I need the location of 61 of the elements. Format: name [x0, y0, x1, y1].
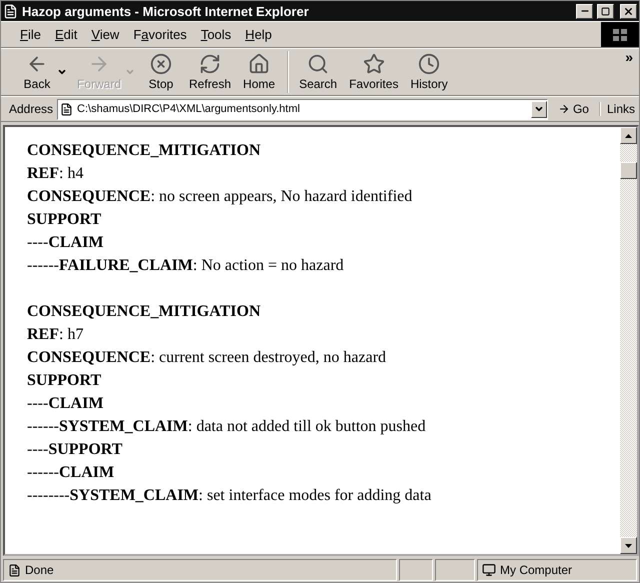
menu-item[interactable]: File: [13, 25, 48, 44]
more-button[interactable]: »: [619, 49, 639, 65]
document-line: ------FAILURE_CLAIM: No action = no hazard: [27, 256, 345, 276]
address-label: Address: [9, 102, 54, 116]
toolbar-button[interactable]: Stop: [139, 51, 184, 93]
toolbar-button[interactable]: Back: [15, 51, 59, 93]
document-line: ----SUPPORT: [27, 440, 124, 460]
document-line: ----CLAIM: [27, 233, 104, 253]
menu-item[interactable]: Tools: [194, 25, 238, 44]
toolbar-button[interactable]: Search: [293, 51, 344, 93]
window-title: Hazop arguments - Microsoft Internet Explorer: [22, 4, 310, 18]
links-button[interactable]: Links: [598, 102, 639, 116]
down-arrow-icon: [625, 544, 632, 548]
document-line: SUPPORT: [27, 210, 102, 230]
home-icon: [248, 53, 270, 75]
document-line: SUPPORT: [27, 371, 102, 391]
page-icon: [8, 564, 21, 576]
document-line: ------SYSTEM_CLAIM: data not added till ok button pushed: [27, 417, 427, 437]
document-line: ------CLAIM: [27, 463, 116, 483]
toolbar-button[interactable]: Refresh: [183, 51, 238, 93]
arrow-right-icon: [558, 103, 570, 115]
caret-icon[interactable]: [57, 67, 67, 77]
stop-icon: [150, 53, 172, 75]
close-icon: [623, 6, 634, 16]
scroll-up-button[interactable]: [620, 127, 637, 144]
computer-icon: [482, 563, 496, 577]
close-button[interactable]: [620, 4, 637, 18]
maximize-button[interactable]: [597, 4, 614, 18]
scroll-down-button[interactable]: [620, 537, 637, 554]
caret-icon: [534, 104, 544, 114]
document-line: CONSEQUENCE: no screen appears, No hazard identified: [27, 187, 414, 207]
clock-icon: [418, 53, 440, 75]
search-icon: [307, 53, 330, 75]
up-arrow-icon: [625, 134, 632, 138]
zone-text: My Computer: [500, 563, 572, 577]
menu-item[interactable]: Edit: [48, 25, 84, 44]
go-button[interactable]: Go: [552, 102, 595, 116]
document-line: CONSEQUENCE_MITIGATION: [27, 302, 262, 322]
address-field[interactable]: C:\shamus\DIRC\P4\XML\argumentsonly.html: [57, 98, 548, 120]
page-icon: [3, 4, 18, 18]
menu-item[interactable]: Favorites: [126, 25, 194, 44]
toolbar-button[interactable]: Home: [237, 51, 290, 93]
status-text: Done: [25, 563, 54, 577]
menu-item[interactable]: Help: [238, 25, 279, 44]
document-line: REF: h7: [27, 325, 84, 345]
document-line: --------SYSTEM_CLAIM: set interface modes for adding data: [27, 486, 432, 506]
toolbar-button[interactable]: History: [404, 51, 454, 93]
star-icon: [362, 53, 385, 75]
document-line: ----CLAIM: [27, 394, 104, 414]
scroll-thumb[interactable]: [620, 162, 637, 179]
dropdown-button[interactable]: [530, 100, 547, 118]
refresh-icon: [199, 53, 222, 75]
page-icon: [60, 102, 74, 116]
document-line: REF: h4: [27, 164, 84, 184]
scrollbar[interactable]: [620, 127, 637, 554]
minimize-button[interactable]: [576, 4, 593, 18]
document-line: CONSEQUENCE_MITIGATION: [27, 141, 262, 161]
menu-item[interactable]: View: [84, 25, 126, 44]
document-line: CONSEQUENCE: current screen destroyed, no hazard: [27, 348, 388, 368]
maximize-icon: [601, 6, 610, 16]
toolbar-button[interactable]: Favorites: [343, 51, 404, 93]
